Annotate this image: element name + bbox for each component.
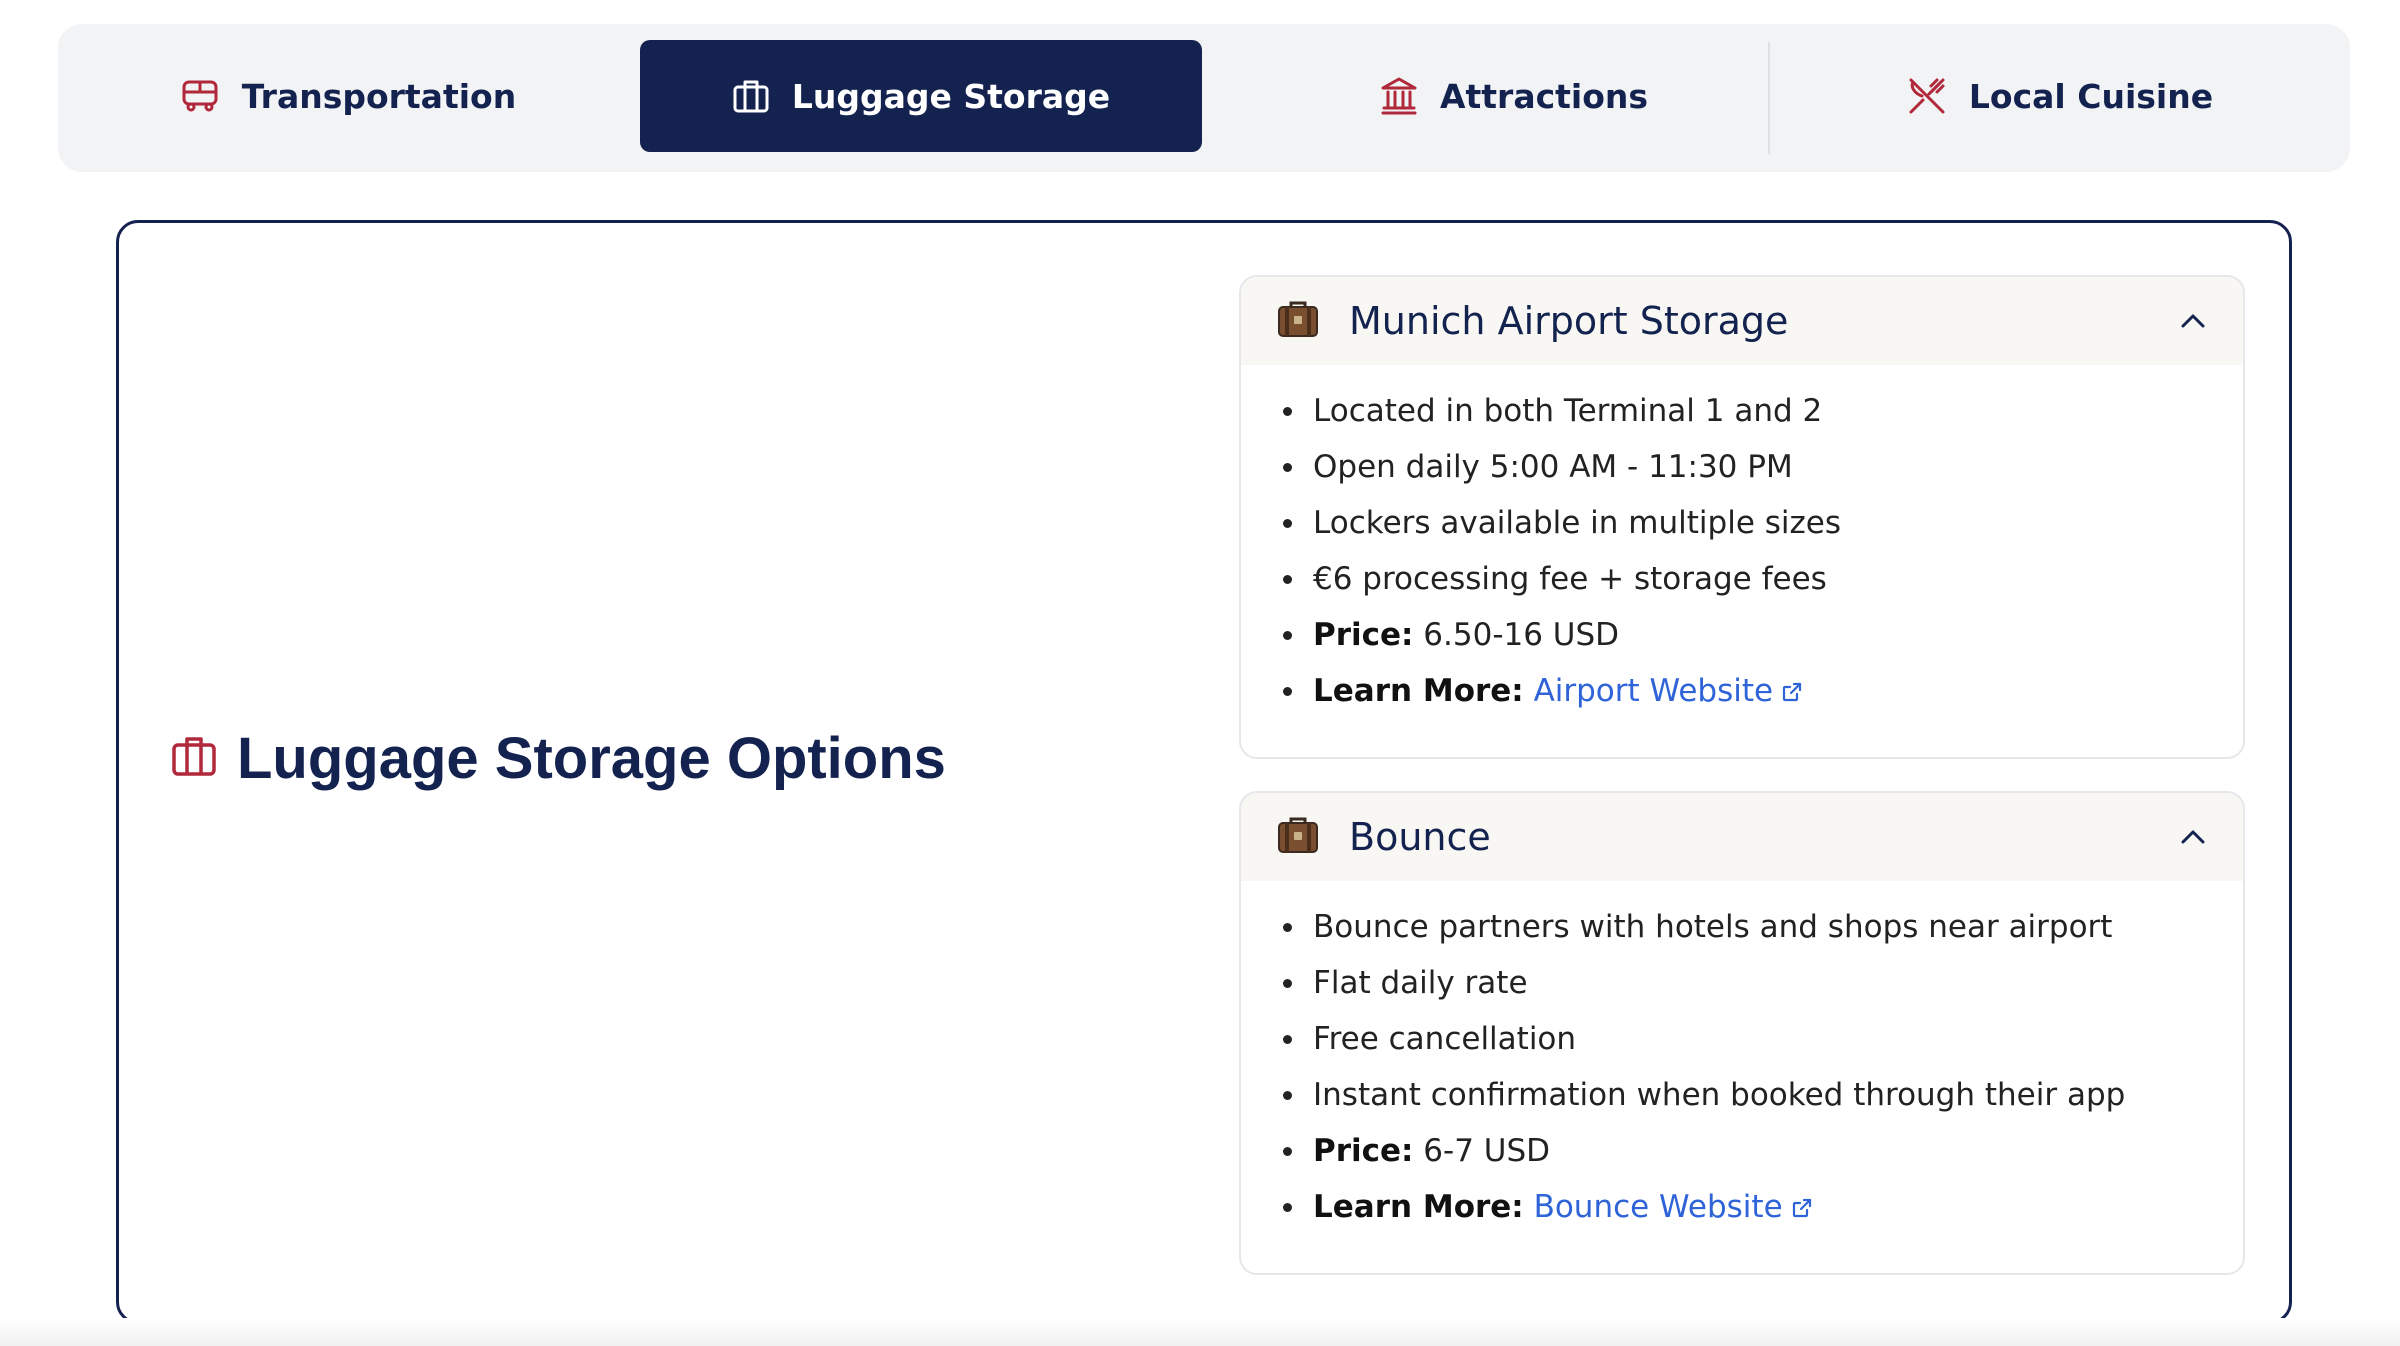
card-body: Bounce partners with hotels and shops ne… — [1241, 881, 2243, 1235]
link-text: Airport Website — [1533, 673, 1774, 709]
list-item: Free cancellation — [1281, 1011, 2203, 1067]
card-header-toggle[interactable]: Bounce — [1241, 793, 2243, 881]
card-title: Munich Airport Storage — [1349, 299, 1789, 343]
price-value: 6-7 USD — [1423, 1133, 1551, 1169]
bus-icon — [180, 78, 220, 114]
chevron-up-icon[interactable] — [2179, 312, 2207, 330]
tab-label: Local Cuisine — [1968, 76, 2214, 116]
page-bottom-shadow — [0, 1318, 2400, 1346]
storage-card-bounce: Bounce Bounce partners with hotels and s… — [1239, 791, 2245, 1275]
learn-more-item: Learn More: Bounce Website — [1281, 1179, 2203, 1235]
chevron-up-icon[interactable] — [2179, 828, 2207, 846]
card-header-toggle[interactable]: Munich Airport Storage — [1241, 277, 2243, 365]
learn-more-label: Learn More: — [1313, 1189, 1524, 1225]
learn-more-item: Learn More: Airport Website — [1281, 663, 2203, 719]
tab-label: Luggage Storage — [791, 76, 1111, 116]
list-item: Instant confirmation when booked through… — [1281, 1067, 2203, 1123]
list-item: Bounce partners with hotels and shops ne… — [1281, 899, 2203, 955]
price-label: Price: — [1313, 1133, 1414, 1169]
utensils-crossed-icon — [1907, 76, 1947, 116]
section-heading: Luggage Storage Options — [171, 725, 946, 792]
external-link-icon — [1781, 665, 1803, 721]
content-panel: Luggage Storage Options Munich Airport S… — [116, 220, 2292, 1324]
bounce-website-link[interactable]: Bounce Website — [1534, 1189, 1813, 1225]
list-item: Open daily 5:00 AM - 11:30 PM — [1281, 439, 2203, 495]
list-item: Located in both Terminal 1 and 2 — [1281, 383, 2203, 439]
airport-website-link[interactable]: Airport Website — [1534, 673, 1804, 709]
list-item: €6 processing fee + storage fees — [1281, 551, 2203, 607]
price-value: 6.50-16 USD — [1423, 617, 1620, 653]
price-label: Price: — [1313, 617, 1414, 653]
tab-luggage-storage[interactable]: Luggage Storage — [640, 40, 1202, 152]
briefcase-icon — [171, 725, 217, 792]
section-title: Luggage Storage Options — [237, 726, 946, 791]
card-title: Bounce — [1349, 815, 1491, 859]
learn-more-label: Learn More: — [1313, 673, 1524, 709]
feature-list: Located in both Terminal 1 and 2 Open da… — [1281, 383, 2203, 719]
storage-card-munich-airport: Munich Airport Storage Located in both T… — [1239, 275, 2245, 759]
landmark-icon — [1380, 76, 1418, 116]
briefcase-icon — [732, 78, 770, 114]
tab-label: Attractions — [1439, 76, 1649, 116]
luggage-icon — [1277, 815, 1319, 859]
card-body: Located in both Terminal 1 and 2 Open da… — [1241, 365, 2243, 719]
tab-label: Transportation — [241, 76, 517, 116]
tab-transportation[interactable]: Transportation — [58, 40, 638, 152]
tab-local-cuisine[interactable]: Local Cuisine — [1770, 40, 2350, 152]
list-item: Flat daily rate — [1281, 955, 2203, 1011]
list-item: Lockers available in multiple sizes — [1281, 495, 2203, 551]
price-item: Price: 6.50-16 USD — [1281, 607, 2203, 663]
external-link-icon — [1791, 1181, 1813, 1237]
feature-list: Bounce partners with hotels and shops ne… — [1281, 899, 2203, 1235]
tab-bar: Transportation Luggage Storage Attractio… — [58, 24, 2350, 172]
price-item: Price: 6-7 USD — [1281, 1123, 2203, 1179]
tab-attractions[interactable]: Attractions — [1204, 40, 1824, 152]
link-text: Bounce Website — [1533, 1189, 1783, 1225]
luggage-icon — [1277, 299, 1319, 343]
